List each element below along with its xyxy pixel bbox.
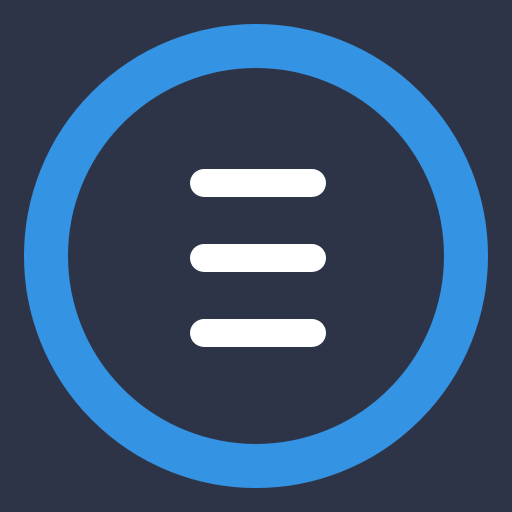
menu-bar-top: [190, 169, 326, 197]
menu-bar-bottom: [190, 319, 326, 347]
hamburger-menu-icon[interactable]: [0, 0, 512, 512]
menu-bar-middle: [190, 244, 326, 272]
app-icon[interactable]: [0, 0, 512, 512]
